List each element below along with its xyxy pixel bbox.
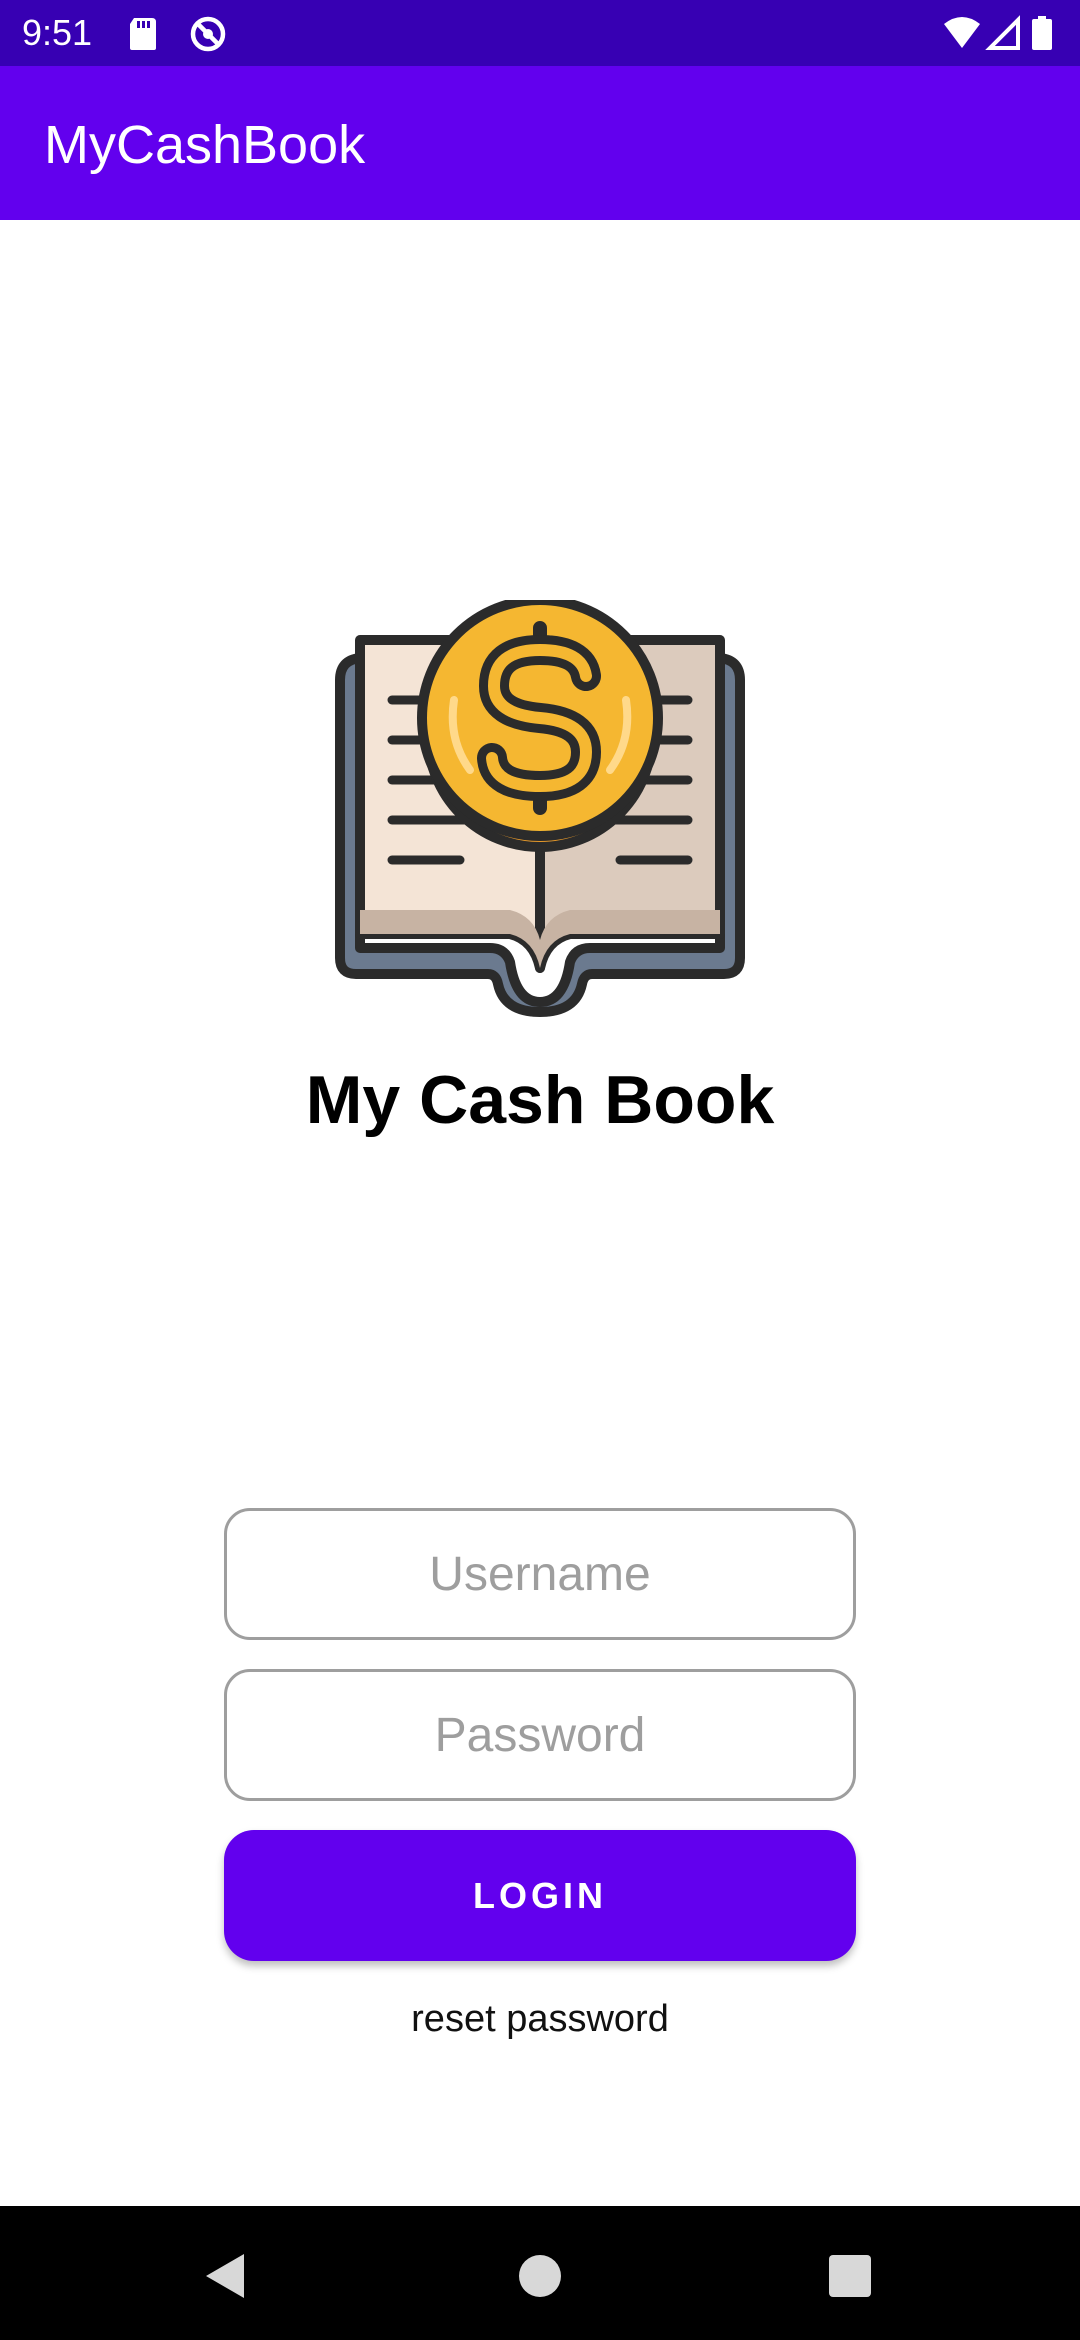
status-left-icons <box>130 16 226 52</box>
username-input[interactable] <box>227 1511 853 1637</box>
app-bar: MyCashBook <box>0 66 1080 220</box>
login-screen: My Cash Book LOGIN reset password <box>0 220 1080 2206</box>
home-icon[interactable] <box>510 2246 570 2306</box>
username-field-container <box>224 1508 856 1640</box>
brand-title: My Cash Book <box>305 1062 775 1138</box>
cash-book-logo-icon <box>335 600 745 1017</box>
battery-icon <box>1032 16 1052 50</box>
cellular-signal-icon <box>985 15 1020 50</box>
status-bar: 9:51 <box>0 0 1080 66</box>
wifi-icon <box>944 17 980 48</box>
back-icon[interactable] <box>196 2246 256 2306</box>
reset-password-link[interactable]: reset password <box>0 1994 1080 2044</box>
login-button[interactable]: LOGIN <box>224 1830 856 1961</box>
do-not-disturb-icon <box>190 16 226 52</box>
status-time: 9:51 <box>22 12 93 53</box>
recents-icon[interactable] <box>820 2246 880 2306</box>
sd-card-icon <box>130 18 156 50</box>
status-right-icons <box>944 15 1052 50</box>
navigation-bar <box>0 2206 1080 2340</box>
app-title: MyCashBook <box>44 115 366 175</box>
password-input[interactable] <box>227 1672 853 1798</box>
password-field-container <box>224 1669 856 1801</box>
